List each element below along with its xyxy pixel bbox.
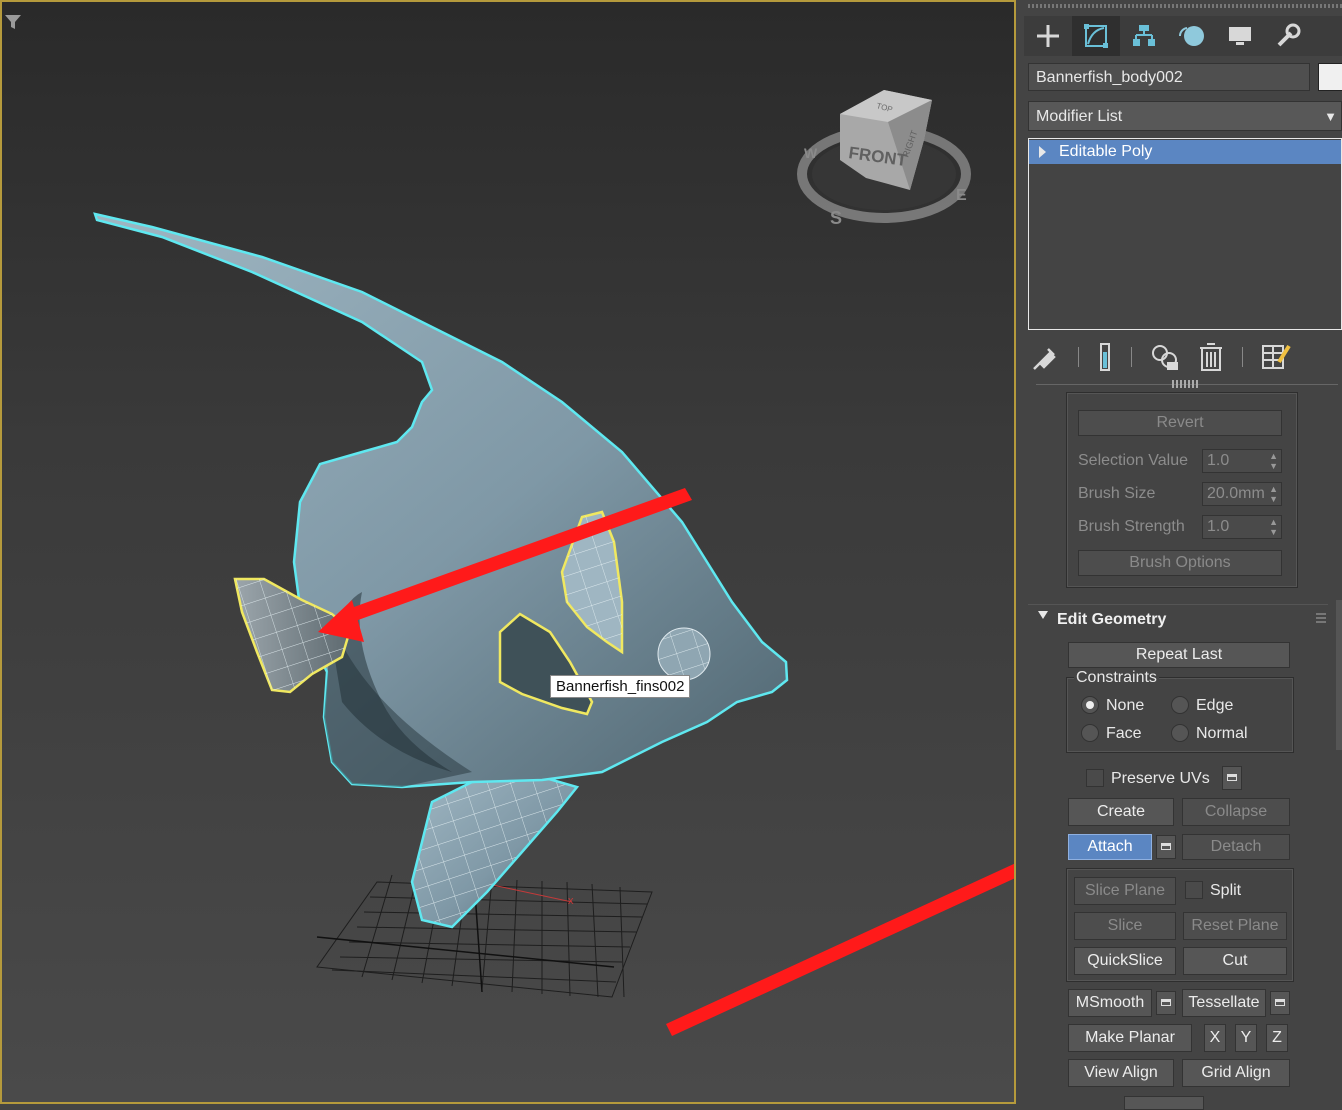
preserve-uvs-label[interactable]: Preserve UVs	[1111, 770, 1210, 788]
command-panel: Bannerfish_body002 Modifier List ▼ Edita…	[1020, 0, 1342, 1110]
motion-icon	[1178, 26, 1204, 46]
motion-tab[interactable]	[1168, 16, 1216, 56]
make-planar-button[interactable]: Make Planar	[1068, 1024, 1192, 1052]
constraint-normal-label[interactable]: Normal	[1196, 725, 1248, 743]
make-planar-z-button[interactable]: Z	[1266, 1024, 1288, 1052]
object-tooltip: Bannerfish_fins002	[550, 675, 691, 698]
selection-value: 1.0	[1207, 452, 1230, 469]
constraint-normal-radio[interactable]	[1171, 724, 1189, 742]
brush-strength-spinner[interactable]: 1.0 ▲ ▼	[1202, 515, 1282, 539]
constraints-label: Constraints	[1074, 669, 1159, 687]
tessellate-settings-button[interactable]	[1270, 991, 1290, 1015]
annotation-arrow-attach	[666, 863, 1014, 1036]
split-label[interactable]: Split	[1210, 882, 1241, 900]
utilities-icon	[1277, 23, 1301, 47]
constraint-face-label[interactable]: Face	[1106, 725, 1142, 743]
brush-size-value: 20.0mm	[1207, 485, 1265, 502]
attach-button[interactable]: Attach	[1068, 834, 1152, 860]
constraint-edge-label[interactable]: Edge	[1196, 697, 1233, 715]
object-name-field[interactable]: Bannerfish_body002	[1028, 63, 1310, 91]
view-align-button[interactable]: View Align	[1068, 1059, 1174, 1087]
tessellate-button[interactable]: Tessellate	[1182, 989, 1266, 1017]
constraint-none-radio[interactable]	[1081, 696, 1099, 714]
modify-tab[interactable]	[1072, 16, 1120, 56]
stack-toolbar	[1032, 340, 1342, 374]
create-button[interactable]: Create	[1068, 798, 1174, 826]
partial-next-button[interactable]	[1124, 1096, 1204, 1110]
modifier-list-dropdown[interactable]: Modifier List ▼	[1028, 101, 1342, 131]
chevron-down-icon: ▼	[1324, 109, 1337, 124]
hierarchy-tab[interactable]	[1120, 16, 1168, 56]
display-tab[interactable]	[1216, 16, 1264, 56]
make-planar-y-button[interactable]: Y	[1235, 1024, 1257, 1052]
compass-w: W	[804, 145, 818, 161]
stack-item-label: Editable Poly	[1059, 143, 1153, 160]
make-planar-x-button[interactable]: X	[1204, 1024, 1226, 1052]
quickslice-button[interactable]: QuickSlice	[1074, 947, 1176, 975]
pin-stack-icon[interactable]	[1032, 343, 1060, 371]
brush-size-spinner[interactable]: 20.0mm ▲ ▼	[1202, 482, 1282, 506]
repeat-last-button[interactable]: Repeat Last	[1068, 642, 1290, 668]
brush-options-button[interactable]: Brush Options	[1078, 550, 1282, 576]
slice-button[interactable]: Slice	[1074, 912, 1176, 940]
compass-e: E	[956, 187, 967, 204]
slice-plane-button[interactable]: Slice Plane	[1074, 877, 1176, 905]
create-icon	[1037, 25, 1059, 47]
edit-geometry-header[interactable]: Edit Geometry	[1028, 604, 1328, 633]
viewcube[interactable]: FRONT RIGHT TOP S W E	[792, 82, 992, 232]
modifier-stack[interactable]: Editable Poly	[1028, 138, 1342, 330]
preserve-uvs-settings-button[interactable]	[1222, 766, 1242, 790]
create-tab[interactable]	[1024, 16, 1072, 56]
configure-modifier-sets-icon[interactable]	[1261, 342, 1291, 372]
show-end-result-icon[interactable]	[1097, 342, 1113, 372]
cut-button[interactable]: Cut	[1183, 947, 1287, 975]
hierarchy-icon	[1133, 25, 1155, 46]
brush-size-label: Brush Size	[1078, 485, 1156, 502]
edit-geometry-title: Edit Geometry	[1057, 611, 1167, 628]
msmooth-button[interactable]: MSmooth	[1068, 989, 1152, 1017]
compass-s: S	[830, 208, 842, 228]
attach-list-button[interactable]	[1156, 835, 1176, 859]
brush-strength-value: 1.0	[1207, 518, 1230, 535]
selection-value-spinner[interactable]: 1.0 ▲ ▼	[1202, 449, 1282, 473]
expand-icon[interactable]	[1039, 146, 1046, 158]
grid-align-button[interactable]: Grid Align	[1182, 1059, 1290, 1087]
modify-icon	[1084, 24, 1108, 48]
reset-plane-button[interactable]: Reset Plane	[1183, 912, 1287, 940]
revert-button[interactable]: Revert	[1078, 410, 1282, 436]
rollout-grip-icon[interactable]	[1316, 613, 1326, 623]
collapse-button[interactable]: Collapse	[1182, 798, 1290, 826]
spinner-arrows-icon[interactable]: ▲ ▼	[1269, 484, 1278, 504]
perspective-viewport[interactable]: x Bannerfish_fins002 FRONT RIGHT TOP S W…	[0, 0, 1016, 1104]
modifier-list-label: Modifier List	[1036, 108, 1123, 125]
split-checkbox[interactable]	[1185, 881, 1203, 899]
brush-strength-label: Brush Strength	[1078, 518, 1185, 535]
preserve-uvs-checkbox[interactable]	[1086, 769, 1104, 787]
selection-value-label: Selection Value	[1078, 452, 1188, 469]
detach-button[interactable]: Detach	[1182, 834, 1290, 860]
command-panel-tabs	[1024, 16, 1342, 56]
constraint-edge-radio[interactable]	[1171, 696, 1189, 714]
rollout-collapse-icon	[1038, 611, 1048, 619]
object-color-swatch[interactable]	[1318, 63, 1342, 91]
utilities-tab[interactable]	[1264, 16, 1312, 56]
constraint-face-radio[interactable]	[1081, 724, 1099, 742]
spinner-arrows-icon[interactable]: ▲ ▼	[1269, 517, 1278, 537]
panel-scrollbar[interactable]	[1336, 600, 1342, 750]
spinner-arrows-icon[interactable]: ▲ ▼	[1269, 451, 1278, 471]
make-unique-icon[interactable]	[1150, 342, 1180, 372]
display-icon	[1229, 27, 1251, 45]
panel-resize-grip[interactable]	[1172, 380, 1200, 388]
remove-modifier-icon[interactable]	[1198, 342, 1224, 372]
panel-grip[interactable]	[1028, 4, 1342, 8]
constraint-none-label[interactable]: None	[1106, 697, 1144, 715]
stack-item-editable-poly[interactable]: Editable Poly	[1029, 140, 1341, 164]
msmooth-settings-button[interactable]	[1156, 991, 1176, 1015]
